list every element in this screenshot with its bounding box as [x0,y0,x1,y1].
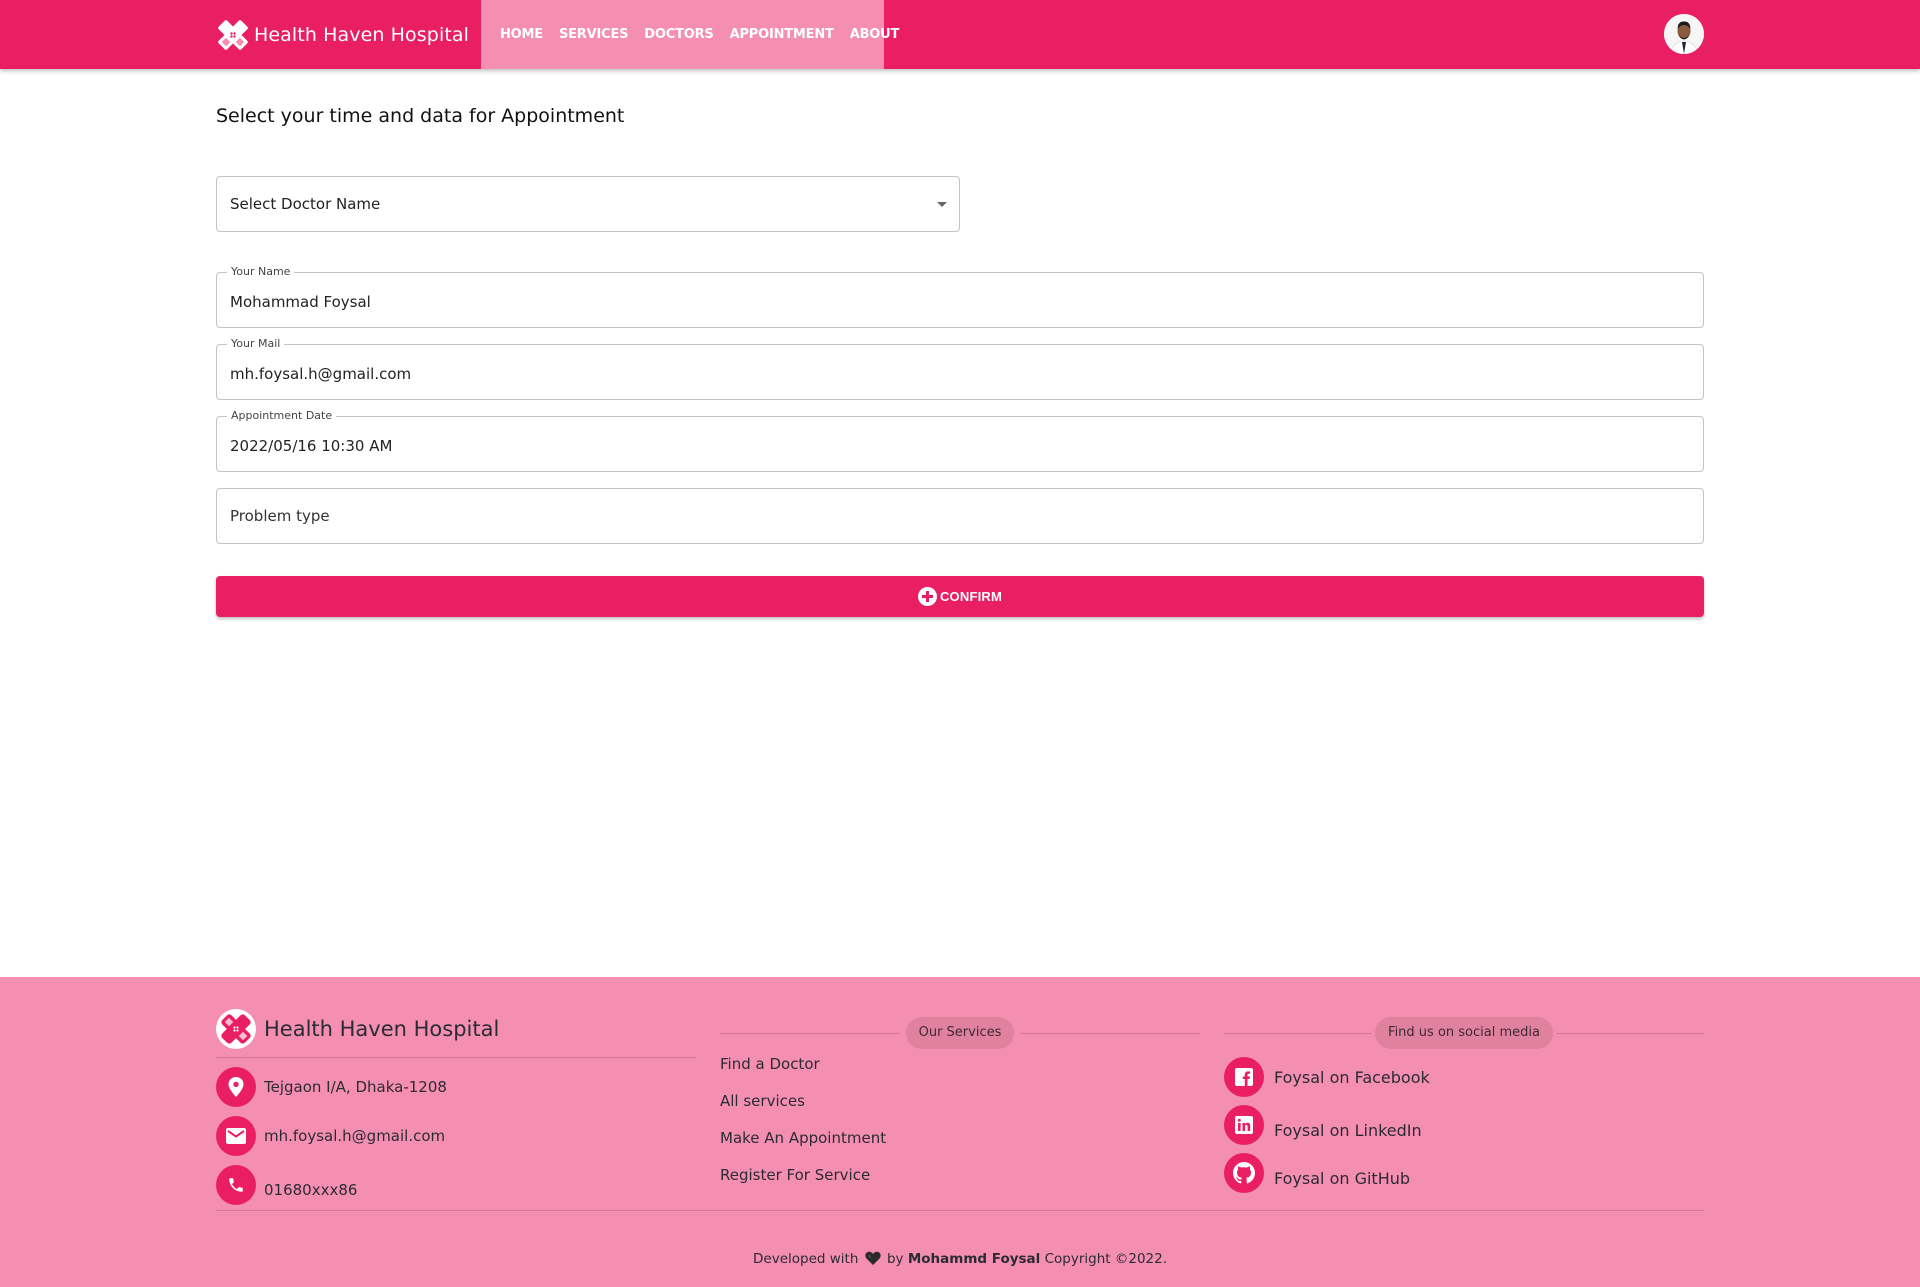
social-github[interactable]: Foysal on GitHub [1224,1153,1704,1193]
footer-brand-name: Health Haven Hospital [264,1017,500,1041]
problem-type-placeholder: Problem type [230,507,330,525]
brand-link[interactable]: Health Haven Hospital [216,0,469,69]
contact-phone-text: 01680xxx86 [264,1181,358,1199]
service-link-register[interactable]: Register For Service [720,1164,1200,1201]
footer-divider [216,1057,696,1058]
site-footer: Health Haven Hospital Tejgaon I/A, Dhaka… [0,977,1920,1287]
nav-services[interactable]: SERVICES [551,27,636,42]
contact-phone: 01680xxx86 [216,1165,696,1205]
heading-line-left [1224,1033,1371,1034]
social-facebook-label[interactable]: Foysal on Facebook [1274,1068,1430,1087]
location-pin-icon [216,1067,256,1107]
footer-contact-column: Health Haven Hospital Tejgaon I/A, Dhaka… [216,1009,696,1205]
appointment-date-value[interactable]: 2022/05/16 10:30 AM [230,419,392,473]
footer-brand: Health Haven Hospital [216,1009,696,1049]
services-heading: Our Services [720,1017,1200,1049]
nav-doctors[interactable]: DOCTORS [636,27,721,42]
email-field[interactable]: Your Mail mh.foysal.h@gmail.com [216,337,1704,401]
heading-line-right [1020,1033,1200,1034]
user-avatar[interactable] [1664,14,1704,54]
facebook-icon [1224,1057,1264,1097]
contact-email-text[interactable]: mh.foysal.h@gmail.com [264,1127,445,1145]
heading-line-right [1557,1033,1704,1034]
page-title: Select your time and data for Appointmen… [216,105,625,127]
add-circle-icon [917,587,937,606]
footer-credits: Developed with by Mohammd Foysal Copyrig… [0,1251,1920,1269]
linkedin-icon [1224,1105,1264,1145]
brand-name: Health Haven Hospital [254,23,469,46]
footer-bottom-divider [216,1210,1704,1211]
nav-about[interactable]: ABOUT [842,27,907,42]
heart-icon [865,1251,881,1269]
doctor-select-placeholder: Select Doctor Name [230,195,381,213]
contact-email: mh.foysal.h@gmail.com [216,1116,696,1156]
social-github-label[interactable]: Foysal on GitHub [1274,1169,1410,1188]
credits-by: by [886,1251,904,1267]
social-linkedin[interactable]: Foysal on LinkedIn [1224,1105,1704,1145]
credits-copyright: Copyright ©2022. [1044,1251,1167,1267]
service-link-find-doctor[interactable]: Find a Doctor [720,1053,1200,1090]
phone-icon [216,1165,256,1205]
appointment-date-field[interactable]: Appointment Date 2022/05/16 10:30 AM [216,409,1704,473]
nav-appointment[interactable]: APPOINTMENT [722,27,842,42]
bandage-icon [221,1014,251,1044]
doctor-select[interactable]: Select Doctor Name [216,176,960,232]
mail-icon [216,1116,256,1156]
service-link-all-services[interactable]: All services [720,1090,1200,1127]
footer-social-column: Find us on social media Foysal on Facebo… [1224,1017,1704,1193]
main-nav: HOME SERVICES DOCTORS APPOINTMENT ABOUT [481,0,899,69]
services-heading-pill: Our Services [905,1017,1015,1049]
bandage-icon [216,18,250,52]
social-facebook[interactable]: Foysal on Facebook [1224,1057,1704,1097]
social-linkedin-label[interactable]: Foysal on LinkedIn [1274,1121,1422,1140]
footer-logo [216,1009,256,1049]
credits-prefix: Developed with [753,1251,859,1267]
social-heading-pill: Find us on social media [1375,1017,1553,1049]
confirm-label: CONFIRM [939,589,1003,604]
name-field[interactable]: Your Name Mohammad Foysal [216,265,1704,329]
confirm-button[interactable]: CONFIRM [216,576,1704,617]
app-header: Health Haven Hospital HOME SERVICES DOCT… [0,0,1920,69]
service-link-make-appointment[interactable]: Make An Appointment [720,1127,1200,1164]
social-heading: Find us on social media [1224,1017,1704,1049]
dropdown-arrow-icon[interactable] [937,202,947,207]
footer-services-column: Our Services Find a Doctor All services … [720,1017,1200,1201]
avatar-photo-icon [1664,14,1704,54]
nav-home[interactable]: HOME [492,27,551,42]
credits-author: Mohammd Foysal [907,1251,1041,1267]
github-icon [1224,1153,1264,1193]
services-list: Find a Doctor All services Make An Appoi… [720,1053,1200,1201]
email-field-value[interactable]: mh.foysal.h@gmail.com [230,347,411,401]
name-field-value[interactable]: Mohammad Foysal [230,275,371,329]
contact-address: Tejgaon I/A, Dhaka-1208 [216,1067,696,1107]
problem-type-field[interactable]: Problem type [216,488,1704,544]
contact-address-text: Tejgaon I/A, Dhaka-1208 [264,1078,447,1096]
heading-line-left [720,1033,900,1034]
